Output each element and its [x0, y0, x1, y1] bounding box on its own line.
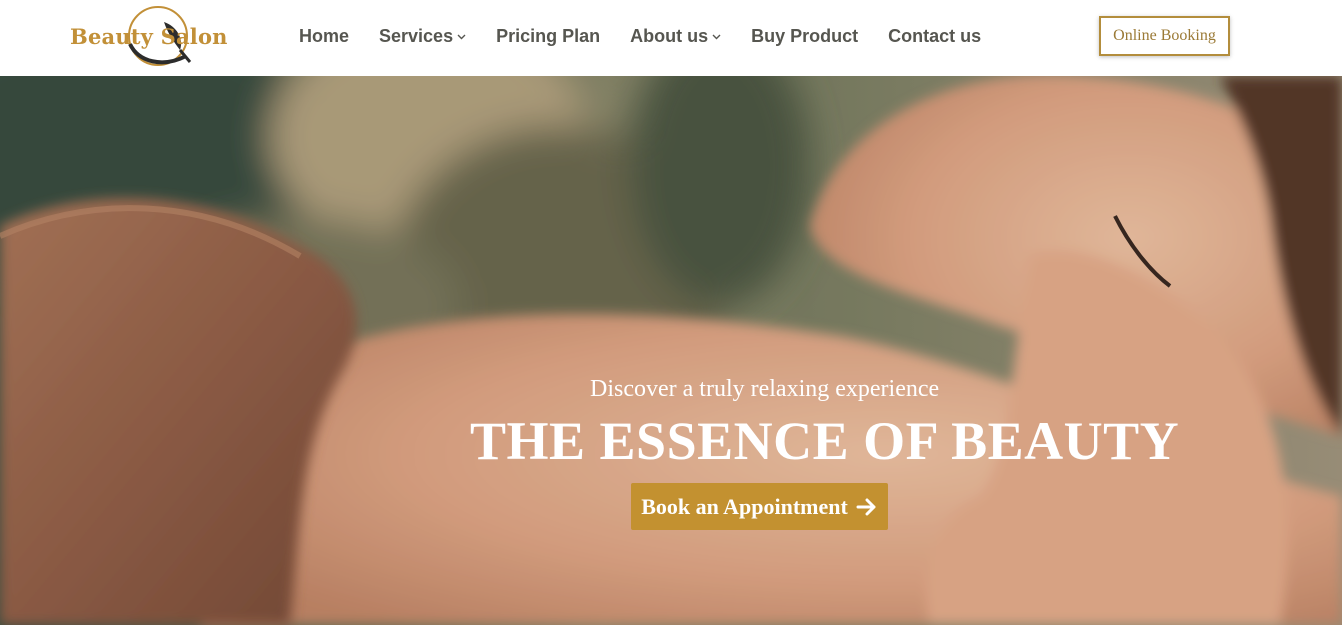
online-booking-button[interactable]: Online Booking	[1099, 16, 1230, 56]
nav-item-contact-us[interactable]: Contact us	[888, 26, 981, 47]
nav-item-home[interactable]: Home	[299, 26, 349, 47]
nav-item-label: Services	[379, 26, 454, 46]
nav-item-label: Pricing Plan	[496, 26, 601, 46]
nav-item-buy-product[interactable]: Buy Product	[751, 26, 858, 47]
brand-logo[interactable]: Beauty Salon	[68, 4, 228, 70]
main-nav: Home Services Pricing Plan About us Buy …	[299, 26, 981, 47]
logo-text: Beauty Salon	[70, 24, 228, 49]
hero-background-image	[0, 76, 1342, 625]
online-booking-label: Online Booking	[1113, 27, 1216, 44]
hero-banner: Discover a truly relaxing experience THE…	[0, 76, 1342, 625]
book-appointment-label: Book an Appointment	[641, 493, 848, 519]
site-header: Beauty Salon Home Services Pricing Plan …	[0, 0, 1342, 76]
chevron-down-icon	[457, 34, 466, 39]
hero-title: THE ESSENCE OF BEAUTY	[470, 411, 1180, 471]
book-appointment-button[interactable]: Book an Appointment	[631, 483, 888, 530]
chevron-down-icon	[712, 34, 721, 39]
hero-tagline: Discover a truly relaxing experience	[590, 376, 940, 402]
nav-item-services[interactable]: Services	[379, 26, 466, 47]
nav-item-pricing-plan[interactable]: Pricing Plan	[496, 26, 600, 47]
arrow-right-icon	[856, 498, 876, 515]
nav-item-label: Buy Product	[751, 26, 859, 46]
nav-item-label: About us	[630, 26, 709, 46]
nav-item-label: Contact us	[888, 26, 982, 46]
nav-item-label: Home	[299, 26, 350, 46]
nav-item-about-us[interactable]: About us	[630, 26, 721, 47]
